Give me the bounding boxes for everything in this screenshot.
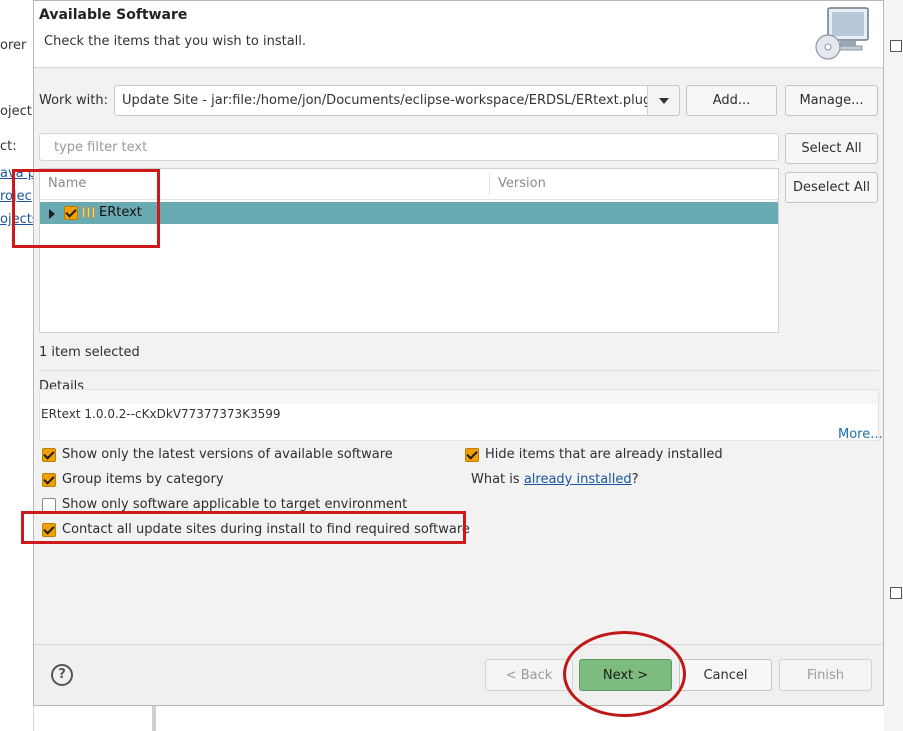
install-monitor-icon [815,7,869,60]
select-all-button-label: Select All [801,141,862,156]
more-link[interactable]: More... [838,427,883,442]
deselect-all-button-label: Deselect All [793,180,870,195]
option-group-by-category-checkbox[interactable] [42,473,56,487]
manage-sites-button[interactable]: Manage... [785,85,878,116]
details-text: ERtext 1.0.0.2--cKxDkV77377373K3599 [41,407,281,421]
available-software-dialog: Available Software Check the items that … [33,0,884,706]
selection-status: 1 item selected [39,345,140,360]
background-text-project: oject [0,104,32,119]
column-separator[interactable] [489,173,490,195]
work-with-dropdown-button[interactable] [647,85,680,116]
option-target-environment-label: Show only software applicable to target … [62,497,408,512]
background-minimize-icon-2[interactable] [890,587,902,599]
what-is-prefix: What is [471,472,524,487]
filter-input[interactable] [52,139,756,156]
annotation-circle-next [563,631,686,717]
details-area: ERtext 1.0.0.2--cKxDkV77377373K3599 [39,389,879,441]
annotation-highlight-contact-option [21,511,466,544]
work-with-combo[interactable]: Update Site - jar:file:/home/jon/Documen… [114,85,680,116]
option-hide-installed-checkbox[interactable] [465,448,479,462]
option-group-by-category-label: Group items by category [62,472,224,487]
annotation-highlight-ertext [12,169,160,248]
option-target-environment-checkbox[interactable] [42,498,56,512]
back-button-label: < Back [505,668,553,683]
help-icon[interactable]: ? [51,664,73,686]
finish-button[interactable]: Finish [779,659,872,691]
background-minimize-icon[interactable] [890,40,902,52]
back-button[interactable]: < Back [485,659,573,691]
column-header-version[interactable]: Version [498,176,546,191]
background-sash [152,706,156,731]
already-installed-link[interactable]: already installed [524,472,632,487]
manage-sites-button-label: Manage... [799,93,864,108]
cancel-button-label: Cancel [703,668,748,683]
dialog-subtitle: Check the items that you wish to install… [44,34,307,49]
work-with-label: Work with: [39,93,109,108]
background-text-explorer: orer [0,38,27,53]
background-right-toolbar [884,0,903,731]
option-hide-installed-label: Hide items that are already installed [485,447,723,462]
option-latest-versions-checkbox[interactable] [42,448,56,462]
work-with-value: Update Site - jar:file:/home/jon/Documen… [122,93,664,108]
filter-field[interactable] [39,133,779,161]
select-all-button[interactable]: Select All [785,133,878,164]
dialog-header: Available Software Check the items that … [34,1,883,68]
add-site-button[interactable]: Add... [686,85,777,116]
separator [39,370,879,371]
chevron-down-icon [659,98,669,104]
deselect-all-button[interactable]: Deselect All [785,172,878,203]
dialog-title: Available Software [39,7,188,23]
cancel-button[interactable]: Cancel [679,659,772,691]
details-padding [40,390,878,404]
what-is-installed-text: What is already installed? [471,472,639,487]
finish-button-label: Finish [806,668,844,683]
option-latest-versions-label: Show only the latest versions of availab… [62,447,393,462]
what-is-suffix: ? [631,472,639,487]
add-site-button-label: Add... [712,93,751,108]
background-text-select: ct: [0,139,17,154]
